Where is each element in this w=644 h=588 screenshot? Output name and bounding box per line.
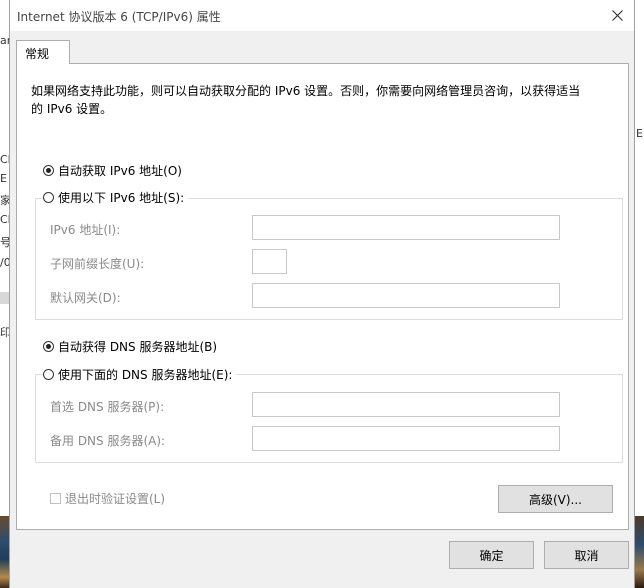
radio-label: 使用以下 IPv6 地址(S):: [58, 191, 185, 205]
radio-button-selected[interactable]: [43, 165, 54, 176]
desktop-wallpaper-right: [635, 516, 644, 588]
ipv6-properties-dialog: Internet 协议版本 6 (TCP/IPv6) 属性 常规 如果网络支持此…: [9, 0, 635, 588]
radio-manual-dns[interactable]: 使用下面的 DNS 服务器地址(E):: [43, 366, 237, 383]
radio-auto-ipv6[interactable]: 自动获取 IPv6 地址(O): [43, 162, 186, 179]
validate-on-exit-checkbox[interactable]: 退出时验证设置(L): [50, 490, 165, 507]
checkbox-label: 退出时验证设置(L): [65, 492, 166, 506]
radio-button-selected[interactable]: [43, 341, 54, 352]
ipv6-address-input[interactable]: [252, 215, 560, 240]
radio-button[interactable]: [43, 369, 54, 380]
ipv6-address-label: IPv6 地址(I):: [50, 223, 121, 237]
background-text-fragment: E: [0, 172, 7, 185]
preferred-dns-input[interactable]: [252, 392, 560, 417]
window-title: Internet 协议版本 6 (TCP/IPv6) 属性: [17, 10, 221, 24]
tab-label: 常规: [25, 47, 50, 61]
tab-general[interactable]: 常规: [16, 40, 70, 64]
tab-panel-general: 如果网络支持此功能，则可以自动获取分配的 IPv6 设置。否则，你需要向网络管理…: [16, 63, 629, 530]
ok-button[interactable]: 确定: [449, 541, 534, 569]
checkbox-box[interactable]: [50, 493, 61, 504]
subnet-prefix-label: 子网前缀长度(U):: [50, 257, 145, 271]
background-text-fragment: Er: [636, 127, 644, 140]
radio-button[interactable]: [43, 192, 54, 203]
preferred-dns-label: 首选 DNS 服务器(P):: [50, 400, 165, 414]
alternate-dns-label: 备用 DNS 服务器(A):: [50, 434, 166, 448]
radio-label: 自动获取 IPv6 地址(O): [58, 164, 182, 178]
close-icon: [611, 9, 623, 21]
subnet-prefix-input[interactable]: [252, 249, 287, 274]
default-gateway-input[interactable]: [252, 283, 560, 308]
radio-label: 使用下面的 DNS 服务器地址(E):: [58, 368, 233, 382]
title-bar[interactable]: Internet 协议版本 6 (TCP/IPv6) 属性: [10, 0, 634, 31]
cancel-button[interactable]: 取消: [544, 541, 629, 569]
background-strip: [0, 292, 9, 304]
close-button[interactable]: [604, 3, 630, 27]
alternate-dns-input[interactable]: [252, 426, 560, 451]
radio-auto-dns[interactable]: 自动获得 DNS 服务器地址(B): [43, 338, 222, 355]
desktop-wallpaper-left: [0, 516, 9, 588]
description-text: 如果网络支持此功能，则可以自动获取分配的 IPv6 设置。否则，你需要向网络管理…: [31, 84, 581, 116]
radio-manual-ipv6[interactable]: 使用以下 IPv6 地址(S):: [43, 189, 189, 206]
background-window-right: Er: [634, 0, 644, 588]
radio-label: 自动获得 DNS 服务器地址(B): [58, 340, 218, 354]
advanced-button[interactable]: 高级(V)...: [498, 485, 613, 513]
default-gateway-label: 默认网关(D):: [50, 291, 121, 305]
